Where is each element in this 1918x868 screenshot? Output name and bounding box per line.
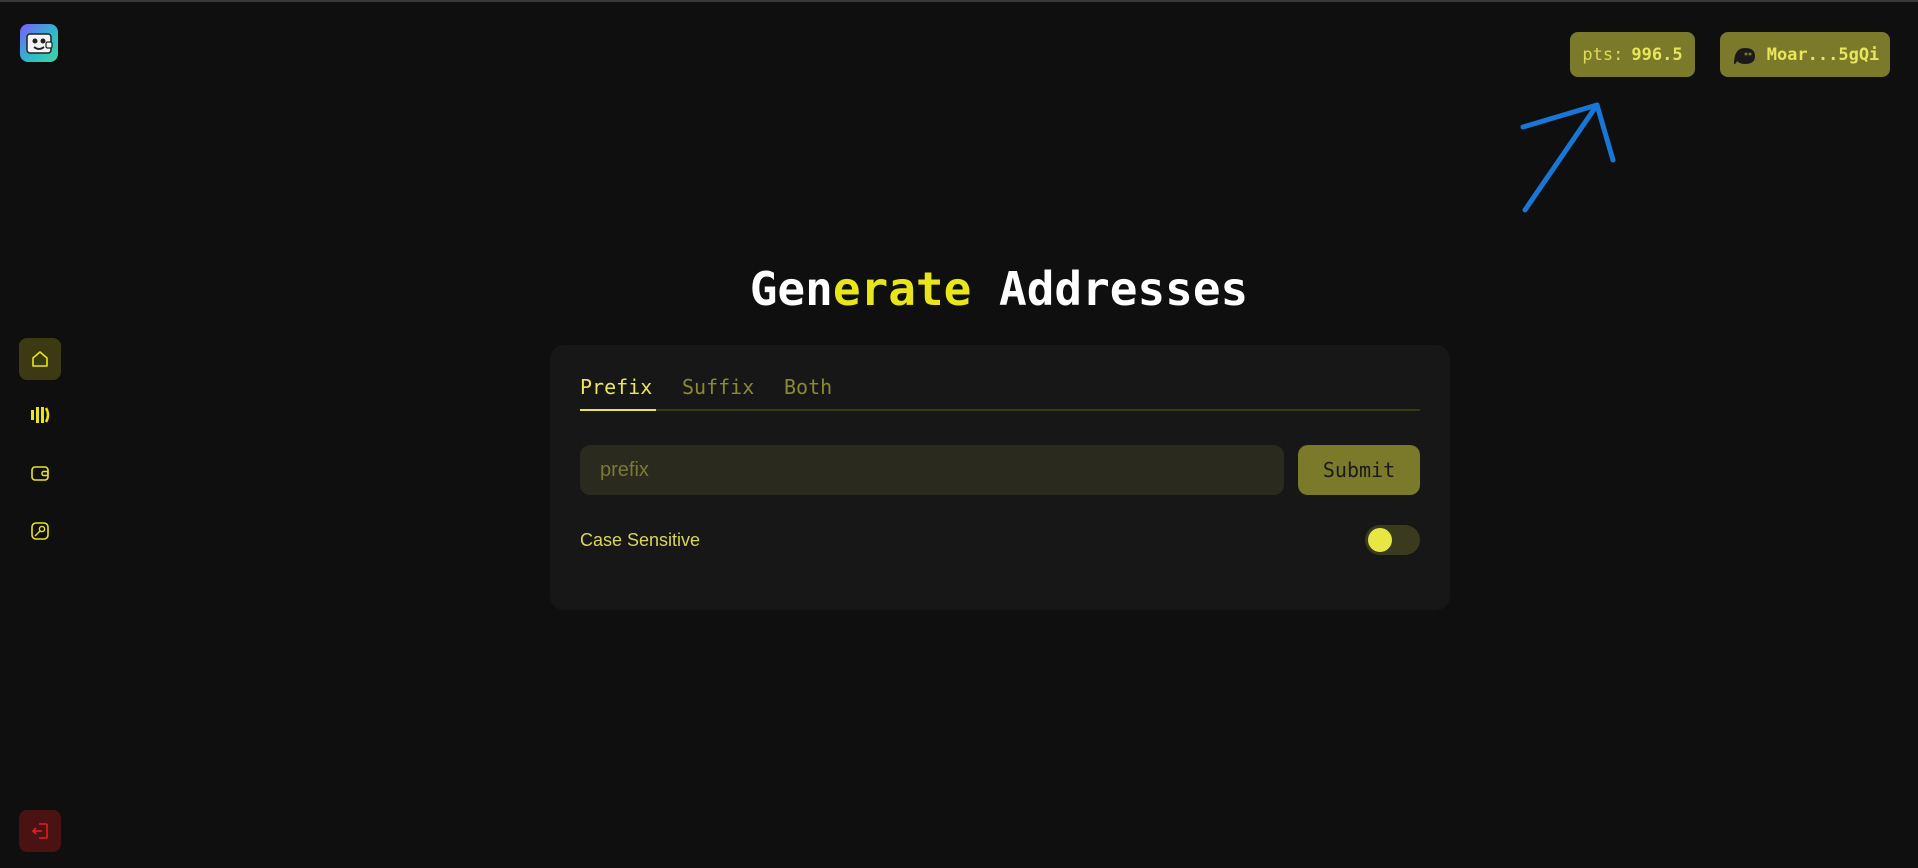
logout-icon [31,823,48,839]
title-part-2: erate [832,262,972,316]
annotation-arrow-icon [1520,102,1616,213]
wallet-icon [31,466,49,481]
home-icon [32,351,48,367]
key-icon [31,522,49,540]
points-label: pts: [1582,44,1624,65]
case-sensitive-label: Case Sensitive [580,530,701,550]
stats-icon [31,407,50,423]
submit-button[interactable]: Submit [1298,445,1420,495]
sidebar-item-keys[interactable] [19,510,61,552]
title-part-1: Gen [749,262,833,316]
title-part-3: Addresses [971,262,1249,316]
sidebar-item-home[interactable] [19,338,61,380]
top-border [0,0,1918,2]
app-logo[interactable] [20,24,58,62]
points-badge: pts: 996.5 [1570,32,1695,77]
wallet-button[interactable]: Moar...5gQi [1720,32,1890,77]
active-tab-indicator [580,409,656,411]
tab-prefix[interactable]: Prefix [580,375,652,399]
sidebar-item-stats[interactable] [19,394,61,436]
tab-suffix[interactable]: Suffix [682,375,754,399]
logout-button[interactable] [19,810,61,852]
ghost-icon [1733,47,1755,64]
wallet-address: Moar...5gQi [1766,44,1880,65]
points-value: 996.5 [1631,44,1683,65]
page-title: Generate Addresses [0,262,1918,316]
toggle-knob [1368,528,1392,552]
generate-card: Prefix Suffix Both Submit Case Sensitive [550,345,1450,610]
sidebar-item-wallet[interactable] [19,452,61,494]
case-sensitive-toggle[interactable] [1365,525,1420,555]
mode-tabs: Prefix Suffix Both [580,375,1420,411]
prefix-input[interactable] [580,445,1284,495]
wallet-face-icon [26,33,53,54]
tab-both[interactable]: Both [784,375,832,399]
